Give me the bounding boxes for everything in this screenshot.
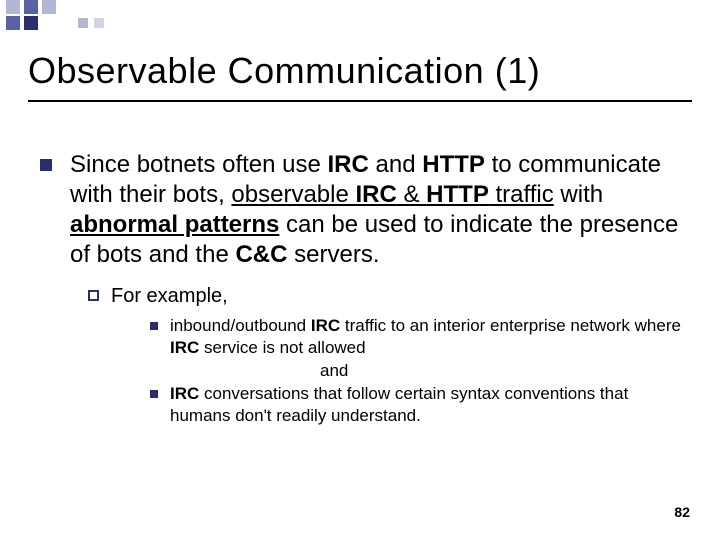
page-number: 82 <box>674 504 690 520</box>
connector-and: and <box>320 361 690 381</box>
square-small-bullet-icon <box>150 322 158 330</box>
bullet2-text: For example, <box>111 284 228 309</box>
bullet3a-text: inbound/outbound IRC traffic to an inter… <box>170 315 690 359</box>
header-decoration <box>0 0 720 30</box>
bullet-level1: Since botnets often use IRC and HTTP to … <box>40 150 690 270</box>
slide-title: Observable Communication (1) <box>28 50 540 92</box>
square-bullet-icon <box>40 159 52 171</box>
slide-body: Since botnets often use IRC and HTTP to … <box>40 150 690 429</box>
title-underline <box>28 100 692 102</box>
square-small-bullet-icon <box>150 390 158 398</box>
bullet1-text: Since botnets often use IRC and HTTP to … <box>70 150 690 270</box>
bullet-level2: For example, <box>88 284 690 309</box>
bullet3b-text: IRC conversations that follow certain sy… <box>170 383 690 427</box>
bullet-level3: inbound/outbound IRC traffic to an inter… <box>150 315 690 359</box>
bullet-level3: IRC conversations that follow certain sy… <box>150 383 690 427</box>
square-outline-bullet-icon <box>88 290 99 301</box>
